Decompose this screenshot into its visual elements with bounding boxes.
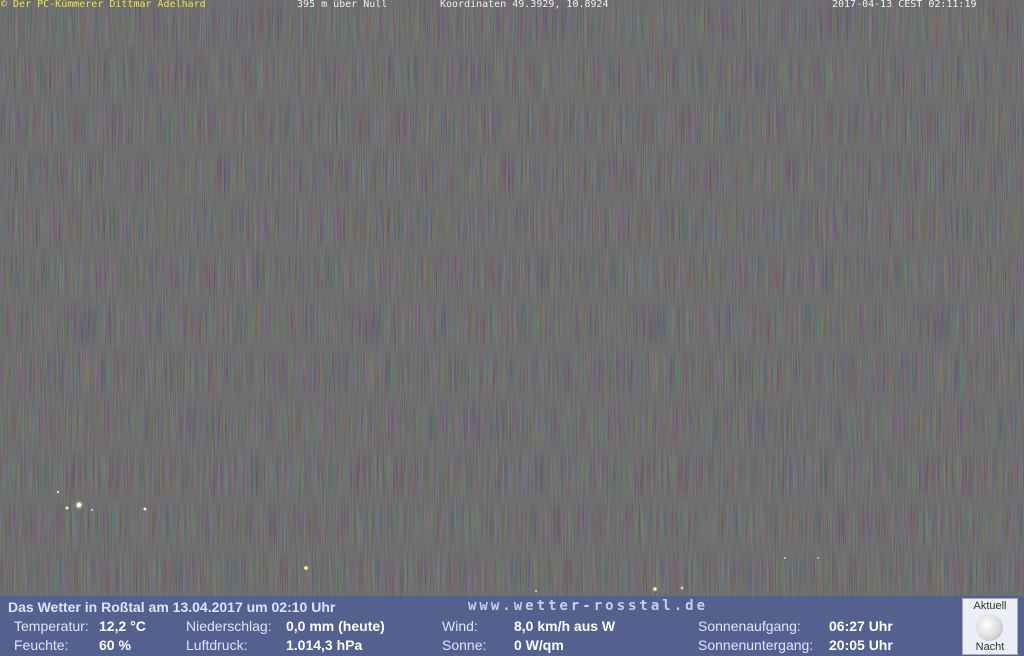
moon-caption-night: Nacht [975, 641, 1005, 653]
timestamp-text: 2017-04-13 CEST 02:11:19 [832, 0, 977, 10]
sunrise-value: 06:27 Uhr [829, 618, 893, 634]
weather-title: Das Wetter in Roßtal am 13.04.2017 um 02… [8, 599, 336, 615]
moon-caption-current: Aktuell [973, 600, 1007, 612]
precipitation-value: 0,0 mm (heute) [286, 618, 385, 634]
moon-phase-box: Aktuell Nacht [962, 598, 1018, 655]
moon-icon [976, 614, 1003, 641]
night-scene [0, 0, 1024, 596]
humidity-label: Feuchte: [14, 637, 69, 653]
sunset-label: Sonnenuntergang: [698, 637, 814, 653]
website-url: www.wetter-rosstal.de [468, 598, 709, 614]
weather-info-bar: Das Wetter in Roßtal am 13.04.2017 um 02… [0, 596, 1024, 656]
pressure-value: 1.014,3 hPa [286, 637, 363, 653]
altitude-text: 395 m über Null [297, 0, 388, 10]
sunrise-label: Sonnenaufgang: [698, 618, 801, 634]
coordinates-text: Koordinaten 49.3929, 10.8924 [440, 0, 609, 10]
wind-value: 8,0 km/h aus W [514, 618, 616, 634]
webcam-caption-bar: © Der PC-Kümmerer Dittmar Adelhard 395 m… [0, 0, 1024, 10]
wind-label: Wind: [442, 618, 478, 634]
temperature-value: 12,2 °C [99, 618, 146, 634]
humidity-value: 60 % [99, 637, 131, 653]
sunset-value: 20:05 Uhr [829, 637, 893, 653]
temperature-label: Temperatur: [14, 618, 89, 634]
pressure-label: Luftdruck: [186, 637, 248, 653]
copyright-text: © Der PC-Kümmerer Dittmar Adelhard [1, 0, 206, 10]
webcam-night-image [0, 0, 1024, 596]
sun-value: 0 W/qm [514, 637, 564, 653]
sun-label: Sonne: [442, 637, 487, 653]
precipitation-label: Niederschlag: [186, 618, 272, 634]
